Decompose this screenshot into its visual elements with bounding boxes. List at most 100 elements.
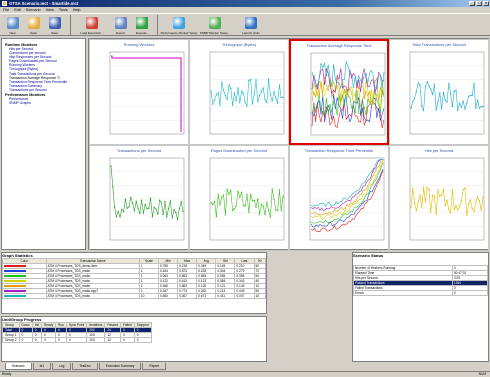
series-point <box>467 95 470 98</box>
tab-report[interactable]: Report <box>142 363 166 370</box>
series-point <box>469 199 472 201</box>
chart-plot <box>209 51 285 135</box>
load-execution-button[interactable]: Load Execution... <box>75 14 109 36</box>
tab-testdoc[interactable]: TestDoc <box>72 363 98 370</box>
series-point <box>475 107 477 109</box>
chart-pages-downloaded-per-second[interactable]: Pages Downloaded per Second <box>189 145 289 251</box>
series-point <box>282 195 284 198</box>
series-point <box>446 101 448 103</box>
series-point <box>478 200 481 202</box>
tree-item-snmp-graphs[interactable]: SNMP Graphs <box>5 101 82 105</box>
series-point <box>217 193 219 196</box>
save-button[interactable]: Save <box>45 14 64 36</box>
tab-execution-summary[interactable]: Execution Summary <box>98 363 142 370</box>
series-point <box>228 193 230 195</box>
series-point <box>264 98 266 101</box>
new-button[interactable]: New <box>3 14 22 36</box>
chart-transaction-average-response-time[interactable]: Transaction Average Response Time <box>289 39 389 145</box>
table-row[interactable]: ATM 4 Processes_TDS_mabc 10 0.560 0.367 0.67… <box>2 293 266 299</box>
graph-statistics-panel: Graph Statistics Color Transaction Name Sc… <box>1 252 267 314</box>
toolbar-label: New <box>9 31 16 35</box>
series-point <box>266 201 268 203</box>
series-point <box>440 108 443 110</box>
series-point <box>421 105 423 107</box>
tab-log[interactable]: Log <box>52 363 72 370</box>
chart-running-workers[interactable]: Running Workers <box>89 39 189 145</box>
tree-item-transactions-per-second[interactable]: Transactions per Second <box>5 88 82 92</box>
series-point <box>426 186 428 189</box>
launch-guis-button[interactable]: Launch GUIs <box>234 14 268 36</box>
series-point <box>175 211 177 214</box>
chart-hits-per-second[interactable]: Hits per Second <box>389 145 489 251</box>
series-point <box>233 207 236 210</box>
series-point <box>213 200 216 203</box>
series-point <box>449 92 452 95</box>
table-row[interactable]: Group 2 0 0 0 0 0 100 12 0 0 <box>2 337 152 343</box>
color-swatch <box>4 265 26 268</box>
chart-plot <box>109 157 185 241</box>
cell-init: 0 <box>31 337 42 343</box>
series-point <box>240 90 243 92</box>
series-point <box>260 203 263 206</box>
series-point <box>458 205 461 207</box>
series-point <box>158 199 161 201</box>
tab-scenario[interactable]: Scenario <box>5 363 32 370</box>
close-button[interactable]: × <box>483 1 489 6</box>
column-header[interactable]: Sync Point <box>66 322 88 328</box>
series-point <box>137 207 139 209</box>
series-point <box>451 189 454 192</box>
series-point <box>458 102 461 105</box>
series-point <box>237 190 239 192</box>
series-point <box>267 78 270 80</box>
column-header[interactable]: Iterations <box>86 322 106 328</box>
series-point <box>266 101 268 104</box>
series-point <box>260 90 263 93</box>
chart-transactions-per-second[interactable]: Transactions per Second <box>89 145 189 251</box>
series-point <box>476 99 479 102</box>
performance-monitor-setup-button[interactable]: Performance Monitor Setup <box>161 14 197 36</box>
series-point <box>448 208 450 210</box>
snmp-monitor-setup-button[interactable]: SNMP Monitor Setup... <box>198 14 232 36</box>
series-point <box>157 213 159 215</box>
series-point <box>112 186 114 188</box>
toolbar-label: Export <box>116 31 125 35</box>
series-point <box>444 99 446 101</box>
minimize-button[interactable]: _ <box>469 1 475 6</box>
scenario-status-table: Number of Workers Running 0 Elapsed Time 00… <box>353 265 489 296</box>
series-point <box>442 91 445 94</box>
series-point <box>126 207 128 209</box>
series-point <box>424 201 427 203</box>
cell-failed: 0 <box>120 337 135 343</box>
series-point <box>431 194 434 196</box>
export-icon <box>114 17 127 29</box>
toolbar-label: Save <box>51 31 58 35</box>
series-point <box>457 109 459 111</box>
cell-group: Group 2 <box>2 337 20 343</box>
series-point <box>246 193 248 196</box>
series-point <box>213 99 216 102</box>
series-point <box>117 210 119 213</box>
maximize-button[interactable]: □ <box>476 1 482 6</box>
table-header-row: Group Down Init Ready Run Sync Point Iteration… <box>2 322 152 328</box>
export-button[interactable]: Export <box>111 14 130 36</box>
series-point <box>115 216 118 218</box>
cell-run: 0 <box>55 337 68 343</box>
tab-ia1[interactable]: Ia1 <box>32 363 52 370</box>
chart-total-transactions-per-second[interactable]: Total Transactions per Second <box>389 39 489 145</box>
series-point <box>124 198 127 201</box>
chart-transaction-response-time-percentile[interactable]: Transaction Response Time Percentile <box>289 145 389 251</box>
series-point <box>224 214 227 216</box>
series-point <box>249 193 252 196</box>
open-button[interactable]: Open <box>24 14 43 36</box>
series-point <box>424 85 427 88</box>
monitor-tree: Runtime Monitors Hits per Second Connecti… <box>1 38 86 250</box>
column-header[interactable]: Stopped <box>133 322 152 328</box>
series-point <box>273 91 275 93</box>
series-point <box>228 84 230 86</box>
chart-throughput-bytes[interactable]: Throughput (Bytes) <box>189 39 289 145</box>
series-point <box>212 203 214 206</box>
series-point <box>412 101 414 103</box>
execute-button[interactable]: Execute <box>132 14 151 36</box>
chart-plot <box>309 157 385 241</box>
series-point <box>212 103 214 105</box>
